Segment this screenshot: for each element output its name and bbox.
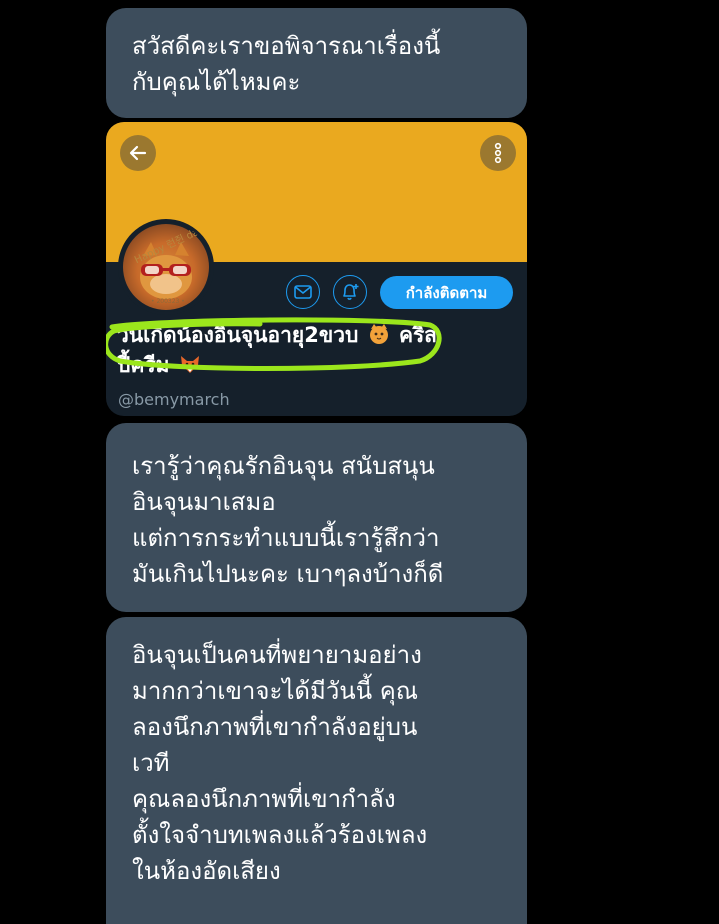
display-name-text: วันเกิดน้องอินจุนอายุ2ขวบ (117, 323, 359, 347)
message-text: ตั้งใจจำบทเพลงแล้วร้องเพลง (132, 821, 428, 849)
avatar-date-text: • 200323 • (151, 298, 185, 305)
message-text: เรารู้ว่าคุณรักอินจุน สนับสนุน (132, 452, 435, 480)
avatar[interactable]: Happy 런쥔 day • 200323 • (118, 219, 214, 315)
message-text: แต่การกระทำแบบนี้เรารู้สึกว่า (132, 524, 440, 552)
profile-handle: @bemymarch (118, 390, 230, 409)
message-text: ในห้องอัดเสียง (132, 857, 281, 885)
bell-plus-icon (343, 284, 359, 300)
mail-icon (294, 285, 312, 299)
cat-face-emoji-icon (369, 324, 388, 344)
profile-display-name: วันเกิดน้องอินจุนอายุ2ขวบ คริส ปี้ครีม (117, 320, 517, 380)
message-bubble: สวัสดีคะเราขอพิจารณาเรื่องนี้ กับคุณได้ไ… (106, 8, 527, 118)
message-text: เวที (132, 749, 170, 777)
message-bubble: อินจุนเป็นคนที่พยายามอย่าง มากกว่าเขาจะไ… (106, 617, 527, 924)
message-text: สวัสดีคะเราขอพิจารณาเรื่องนี้ (132, 32, 441, 60)
following-button[interactable]: กำลังติดตาม (380, 276, 513, 309)
profile-card-screenshot: Happy 런쥔 day • 200323 • กำลังติดตาม วันเ… (106, 122, 527, 416)
display-name-text: คริส (398, 323, 438, 347)
message-text: มากกว่าเขาจะได้มีวันนี้ คุณ (132, 677, 419, 705)
message-text: อินจุนมาเสมอ (132, 488, 276, 516)
more-vertical-icon[interactable] (480, 135, 516, 171)
mail-button[interactable] (286, 275, 320, 309)
message-text: คุณลองนึกภาพที่เขากำลัง (132, 785, 396, 813)
notification-button[interactable] (333, 275, 367, 309)
arrow-left-icon[interactable] (120, 135, 156, 171)
message-bubble: เรารู้ว่าคุณรักอินจุน สนับสนุน อินจุนมาเ… (106, 423, 527, 612)
fox-face-emoji-icon (180, 356, 199, 373)
message-text: ลองนึกภาพที่เขากำลังอยู่บน (132, 713, 418, 741)
message-text: อินจุนเป็นคนที่พยายามอย่าง (132, 641, 422, 669)
message-text: กับคุณได้ไหมคะ (132, 68, 301, 96)
message-text: มันเกินไปนะคะ เบาๆลงบ้างก็ดี (132, 560, 444, 588)
display-name-text: ปี้ครีม (117, 353, 170, 377)
